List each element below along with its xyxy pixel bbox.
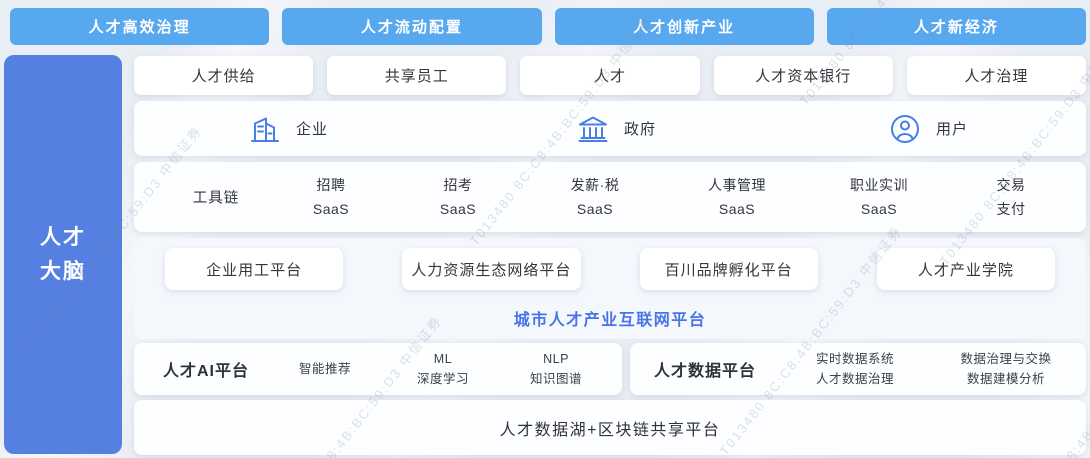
- ai-ml-deep-learning: ML深度学习: [417, 349, 469, 389]
- data-lake-label: 人才数据湖+区块链共享平台: [500, 416, 721, 440]
- data-platform-title: 人才数据平台: [654, 357, 756, 381]
- ai-platform-title: 人才AI平台: [163, 357, 249, 381]
- sidebar-talent-brain: 人才大脑: [4, 55, 122, 454]
- node-baichuan-brand-incubation-platform: 百川品牌孵化平台: [640, 248, 818, 290]
- actor-label: 企业: [296, 118, 328, 139]
- node-talent-supply: 人才供给: [134, 56, 313, 95]
- node-shared-employees: 共享员工: [327, 56, 506, 95]
- data-platform-panel: 人才数据平台 实时数据系统人才数据治理 数据治理与交换数据建模分析: [630, 343, 1086, 395]
- tool-recruiting-saas: 招聘SaaS: [313, 173, 349, 221]
- actor-government: 政府: [575, 101, 656, 156]
- actor-enterprise: 企业: [247, 101, 328, 156]
- user-icon: [887, 111, 923, 147]
- tool-hr-management-saas: 人事管理SaaS: [708, 173, 766, 221]
- tool-payroll-tax-saas: 发薪·税SaaS: [571, 173, 620, 221]
- data-realtime-governance: 实时数据系统人才数据治理: [816, 349, 894, 389]
- node-hr-ecosystem-network-platform: 人力资源生态网络平台: [402, 248, 580, 290]
- actor-user: 用户: [887, 101, 968, 156]
- city-talent-internet-platform-title: 城市人才产业互联网平台: [134, 306, 1086, 330]
- bank-icon: [575, 111, 611, 147]
- tab-talent-efficient-governance: 人才高效治理: [10, 8, 269, 45]
- tab-talent-flow-allocation: 人才流动配置: [282, 8, 541, 45]
- ai-smart-recommendation: 智能推荐: [299, 359, 351, 379]
- tab-talent-new-economy: 人才新经济: [827, 8, 1086, 45]
- actor-label: 用户: [936, 118, 968, 139]
- tool-trade-payment: 交易支付: [997, 173, 1026, 221]
- sidebar-title: 人才大脑: [40, 221, 86, 289]
- node-talent-capital-bank: 人才资本银行: [714, 56, 893, 95]
- node-talent-industry-college: 人才产业学院: [877, 248, 1055, 290]
- actor-label: 政府: [624, 118, 656, 139]
- city-platform-panel: 企业用工平台 人力资源生态网络平台 百川品牌孵化平台 人才产业学院 城市人才产业…: [134, 238, 1086, 339]
- node-talent-governance: 人才治理: [907, 56, 1086, 95]
- diagram-canvas: T013480 8C:C8:4B:BC:59:D3 中信证券 T013480 8…: [0, 0, 1090, 458]
- toolchain-label: 工具链: [193, 187, 240, 208]
- tool-exam-saas: 招考SaaS: [440, 173, 476, 221]
- data-lake-blockchain-platform: 人才数据湖+区块链共享平台: [134, 400, 1086, 455]
- tool-vocational-training-saas: 职业实训SaaS: [850, 173, 908, 221]
- ai-nlp-knowledge-graph: NLP知识图谱: [530, 349, 582, 389]
- actors-panel: 企业 政府: [134, 101, 1086, 156]
- supply-row: 人才供给 共享员工 人才 人才资本银行 人才治理: [134, 56, 1086, 95]
- data-exchange-modeling: 数据治理与交换数据建模分析: [960, 349, 1051, 389]
- node-talent: 人才: [520, 56, 699, 95]
- tab-talent-innovation-industry: 人才创新产业: [555, 8, 814, 45]
- toolchain-panel: 工具链 招聘SaaS 招考SaaS 发薪·税SaaS 人事管理SaaS 职业实训…: [134, 162, 1086, 232]
- ai-platform-panel: 人才AI平台 智能推荐 ML深度学习 NLP知识图谱: [134, 343, 622, 395]
- node-enterprise-employment-platform: 企业用工平台: [165, 248, 343, 290]
- platform-box-row: 企业用工平台 人力资源生态网络平台 百川品牌孵化平台 人才产业学院: [165, 248, 1055, 290]
- top-tab-row: 人才高效治理 人才流动配置 人才创新产业 人才新经济: [10, 8, 1086, 45]
- building-icon: [247, 111, 283, 147]
